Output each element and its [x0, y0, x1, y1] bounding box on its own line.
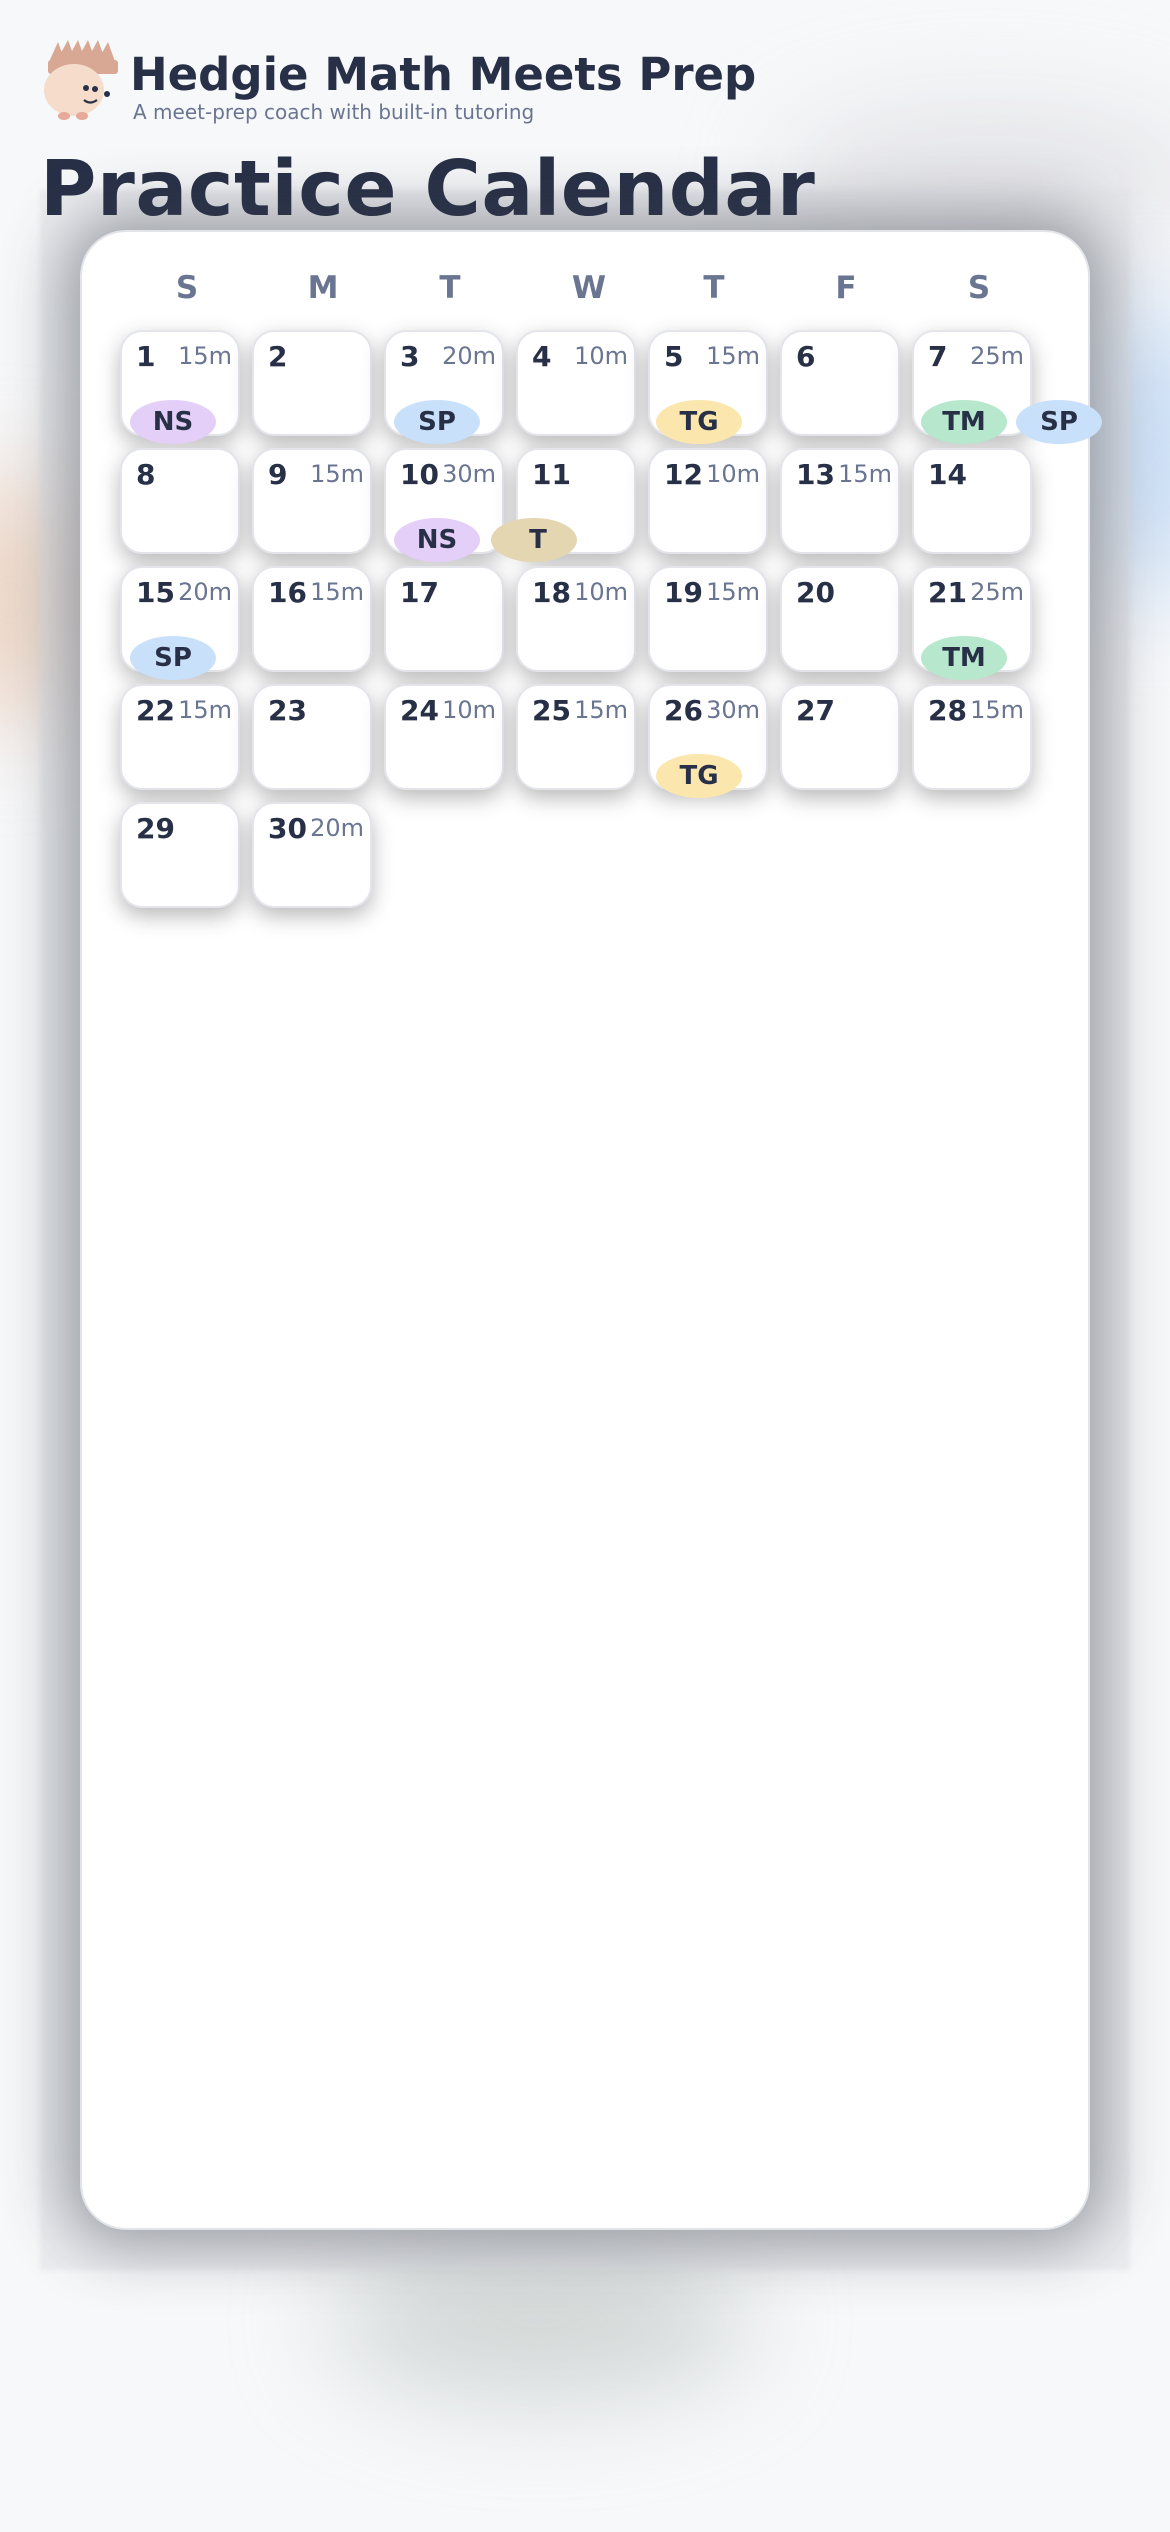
practice-minutes: 15m	[706, 342, 760, 370]
practice-minutes: 15m	[310, 460, 364, 488]
event-tag-sp[interactable]: SP	[394, 400, 480, 444]
day-number: 4	[532, 340, 552, 373]
calendar-day[interactable]: 25 15m	[516, 684, 636, 790]
calendar-day[interactable]: 23	[252, 684, 372, 790]
event-tag-tg[interactable]: TG	[656, 754, 742, 798]
practice-minutes: 15m	[310, 578, 364, 606]
day-number: 27	[796, 694, 835, 727]
day-number: 11	[532, 458, 571, 491]
day-number: 2	[268, 340, 288, 373]
weekday-label: M	[307, 270, 339, 306]
day-number: 26	[664, 694, 703, 727]
day-number: 8	[136, 458, 156, 491]
day-number: 29	[136, 812, 175, 845]
day-number: 30	[268, 812, 307, 845]
day-number: 12	[664, 458, 703, 491]
day-number: 9	[268, 458, 288, 491]
practice-minutes: 10m	[706, 460, 760, 488]
event-tag-partial[interactable]: T	[491, 518, 577, 562]
event-tag-ns[interactable]: NS	[394, 518, 480, 562]
hedgehog-logo-icon	[44, 40, 118, 120]
event-tag-sp[interactable]: SP	[130, 636, 216, 680]
calendar-day[interactable]: 22 15m	[120, 684, 240, 790]
practice-minutes: 30m	[442, 460, 496, 488]
page-title: Practice Calendar	[40, 145, 816, 234]
day-number: 25	[532, 694, 571, 727]
calendar-day[interactable]: 4 10m	[516, 330, 636, 436]
day-number: 20	[796, 576, 835, 609]
calendar-day[interactable]: 30 20m	[252, 802, 372, 908]
practice-minutes: 25m	[970, 578, 1024, 606]
event-tag-tg[interactable]: TG	[656, 400, 742, 444]
weekday-label: W	[571, 270, 607, 306]
app-title: Hedgie Math Meets Prep	[130, 48, 757, 101]
practice-minutes: 15m	[178, 342, 232, 370]
calendar-day[interactable]: 9 15m	[252, 448, 372, 554]
weekday-label: F	[835, 270, 857, 306]
practice-minutes: 20m	[310, 814, 364, 842]
event-tag-sp[interactable]: SP	[1016, 400, 1102, 444]
day-number: 10	[400, 458, 439, 491]
calendar-day[interactable]: 17	[384, 566, 504, 672]
practice-minutes: 15m	[838, 460, 892, 488]
weekday-label: S	[175, 270, 199, 306]
day-number: 17	[400, 576, 439, 609]
day-number: 13	[796, 458, 835, 491]
calendar-day[interactable]: 13 15m	[780, 448, 900, 554]
practice-minutes: 15m	[706, 578, 760, 606]
event-tag-ns[interactable]: NS	[130, 400, 216, 444]
calendar-day[interactable]: 29	[120, 802, 240, 908]
weekday-label: S	[967, 270, 991, 306]
practice-minutes: 25m	[970, 342, 1024, 370]
calendar-day[interactable]: 24 10m	[384, 684, 504, 790]
day-number: 7	[928, 340, 948, 373]
practice-minutes: 10m	[574, 578, 628, 606]
calendar-day[interactable]: 19 15m	[648, 566, 768, 672]
day-number: 16	[268, 576, 307, 609]
calendar-day[interactable]: 12 10m	[648, 448, 768, 554]
practice-minutes: 15m	[178, 696, 232, 724]
practice-minutes: 10m	[574, 342, 628, 370]
calendar-day[interactable]: 20	[780, 566, 900, 672]
day-number: 6	[796, 340, 816, 373]
day-number: 18	[532, 576, 571, 609]
event-tag-label: T	[529, 525, 547, 555]
day-number: 14	[928, 458, 967, 491]
practice-minutes: 10m	[442, 696, 496, 724]
practice-minutes: 20m	[442, 342, 496, 370]
day-number: 21	[928, 576, 967, 609]
day-number: 19	[664, 576, 703, 609]
day-number: 3	[400, 340, 420, 373]
day-number: 22	[136, 694, 175, 727]
calendar-day[interactable]: 28 15m	[912, 684, 1032, 790]
day-number: 28	[928, 694, 967, 727]
app-subtitle: A meet-prep coach with built-in tutoring	[133, 100, 535, 124]
practice-minutes: 30m	[706, 696, 760, 724]
day-number: 5	[664, 340, 684, 373]
day-number: 24	[400, 694, 439, 727]
event-tag-tm[interactable]: TM	[921, 400, 1007, 444]
weekday-label: T	[703, 270, 725, 306]
calendar-day[interactable]: 18 10m	[516, 566, 636, 672]
event-tag-tm[interactable]: TM	[921, 636, 1007, 680]
practice-calendar-screen: Hedgie Math Meets Prep A meet-prep coach…	[0, 0, 1170, 2532]
day-number: 23	[268, 694, 307, 727]
practice-minutes: 20m	[178, 578, 232, 606]
calendar-day[interactable]: 16 15m	[252, 566, 372, 672]
calendar-day[interactable]: 27	[780, 684, 900, 790]
calendar-day[interactable]: 14	[912, 448, 1032, 554]
practice-minutes: 15m	[574, 696, 628, 724]
day-number: 1	[136, 340, 156, 373]
calendar-day[interactable]: 2	[252, 330, 372, 436]
weekday-label: T	[439, 270, 461, 306]
day-number: 15	[136, 576, 175, 609]
calendar-day[interactable]: 6	[780, 330, 900, 436]
calendar-day[interactable]: 8	[120, 448, 240, 554]
practice-minutes: 15m	[970, 696, 1024, 724]
